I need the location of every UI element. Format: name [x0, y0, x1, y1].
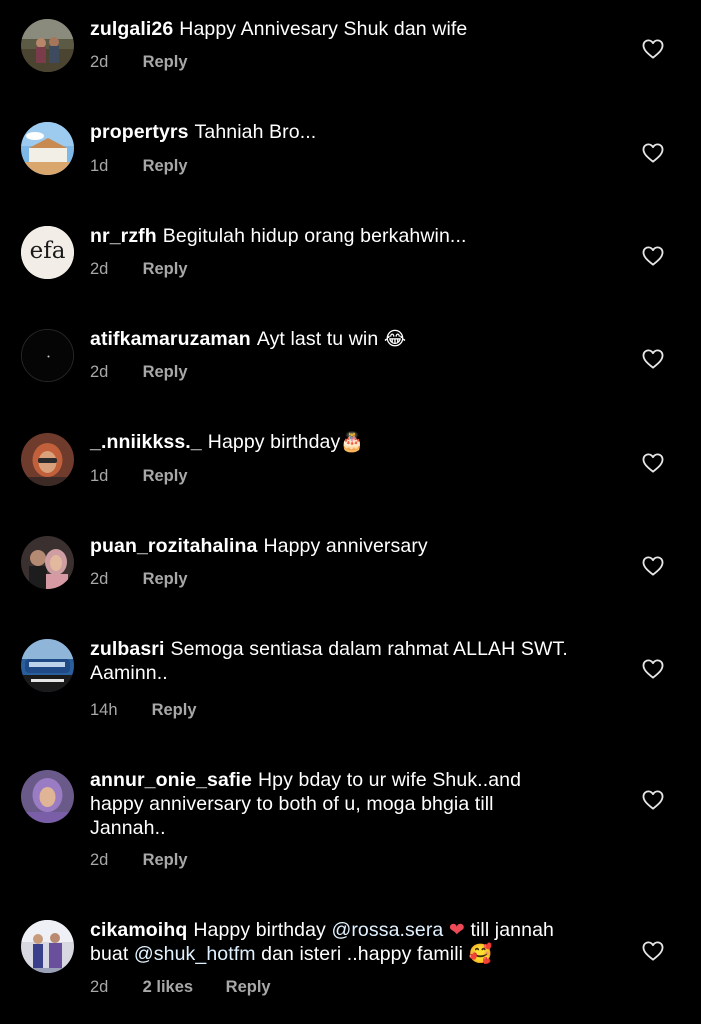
avatar-image — [21, 770, 74, 823]
avatar-image — [21, 920, 74, 973]
comment-time: 2d — [90, 851, 109, 869]
birthday-cake-emoji: 🎂 — [340, 431, 365, 453]
comment-username[interactable]: atifkamaruzaman — [90, 328, 251, 350]
avatar-image — [21, 536, 74, 589]
comment-meta: 2d Reply — [90, 363, 188, 382]
comment-meta: 2d Reply — [90, 570, 188, 589]
comment-body: Happy anniversary — [263, 535, 428, 557]
heart-icon[interactable] — [642, 246, 664, 266]
comment-text: annur_onie_safie Hpy bday to ur wife Shuk… — [90, 768, 620, 840]
heart-icon[interactable] — [642, 143, 664, 163]
comment-meta: 14h Reply — [90, 701, 197, 720]
heart-icon[interactable] — [642, 556, 664, 576]
comment-meta: 1d Reply — [90, 157, 188, 176]
comment-body: Tahniah Bro... — [194, 121, 317, 143]
reply-button[interactable]: Reply — [143, 570, 188, 589]
comment-body: Begitulah hidup orang berkahwin... — [162, 225, 467, 247]
comment-meta: 2d Reply — [90, 851, 188, 870]
reply-button[interactable]: Reply — [152, 701, 197, 720]
comment-username[interactable]: zulbasri — [90, 638, 165, 660]
comment-body: Happy birthday — [193, 919, 326, 941]
comment-meta: 2d Reply — [90, 260, 188, 279]
heart-icon[interactable] — [642, 790, 664, 810]
mention-link[interactable]: @rossa.sera — [331, 919, 443, 941]
heart-icon[interactable] — [642, 39, 664, 59]
comment-username[interactable]: nr_rzfh — [90, 225, 157, 247]
comment-body: Hpy bday to ur wife Shuk..and — [258, 769, 522, 791]
comment-username[interactable]: zulgali26 — [90, 18, 173, 40]
reply-button[interactable]: Reply — [226, 978, 271, 997]
avatar-image — [21, 122, 74, 175]
comment-time: 1d — [90, 157, 109, 175]
comment-username[interactable]: annur_onie_safie — [90, 769, 252, 791]
comment-time: 2d — [90, 53, 109, 71]
comment-username[interactable]: puan_rozitahalina — [90, 535, 257, 557]
comment-time: 1d — [90, 467, 109, 485]
avatar[interactable]: efa — [21, 226, 74, 279]
reply-button[interactable]: Reply — [143, 363, 188, 382]
comment-text: propertyrs Tahniah Bro... — [90, 120, 620, 144]
avatar[interactable] — [21, 536, 74, 589]
red-heart-emoji: ❤ — [448, 919, 465, 941]
comment-text: atifkamaruzaman Ayt last tu win 😂 — [90, 327, 620, 351]
reply-button[interactable]: Reply — [143, 260, 188, 279]
comment-time: 2d — [90, 978, 109, 996]
mention-link[interactable]: @shuk_hotfm — [134, 943, 256, 965]
avatar-image — [22, 330, 73, 381]
comment-username[interactable]: cikamoihq — [90, 919, 187, 941]
heart-icon[interactable] — [642, 453, 664, 473]
comment-body: Ayt last tu win — [256, 328, 379, 350]
reply-button[interactable]: Reply — [143, 53, 188, 72]
comment-time: 2d — [90, 363, 109, 381]
comment-body-after: till jannah — [470, 919, 554, 941]
comment-time: 2d — [90, 570, 109, 588]
comment-username[interactable]: _.nniikkss._ — [90, 431, 202, 453]
comment-body: Semoga sentiasa dalam rahmat ALLAH SWT. — [170, 638, 568, 660]
comment-body-line2: dan isteri ..happy famili — [261, 943, 464, 965]
comment-text: cikamoihq Happy birthday @rossa.sera ❤ ti… — [90, 918, 620, 966]
comment-body-line2-before: buat — [90, 943, 129, 965]
reply-button[interactable]: Reply — [143, 851, 188, 870]
reply-button[interactable]: Reply — [143, 157, 188, 176]
avatar-image — [21, 639, 74, 692]
comment-meta: 1d Reply — [90, 467, 188, 486]
comment-text: zulbasri Semoga sentiasa dalam rahmat ALL… — [90, 637, 620, 685]
avatar-image — [21, 19, 74, 72]
reply-button[interactable]: Reply — [143, 467, 188, 486]
heart-icon[interactable] — [642, 349, 664, 369]
avatar-logo-text: efa — [29, 238, 66, 264]
avatar[interactable] — [21, 329, 74, 382]
avatar[interactable] — [21, 19, 74, 72]
comment-body: Happy Annivesary Shuk dan wife — [179, 18, 468, 40]
comment-username[interactable]: propertyrs — [90, 121, 189, 143]
comment-text: puan_rozitahalina Happy anniversary — [90, 534, 620, 558]
comment-text: zulgali26 Happy Annivesary Shuk dan wife — [90, 17, 620, 41]
heart-icon[interactable] — [642, 659, 664, 679]
comment-time: 14h — [90, 701, 118, 719]
heart-icon[interactable] — [642, 941, 664, 961]
avatar[interactable] — [21, 122, 74, 175]
comment-time: 2d — [90, 260, 109, 278]
comment-meta: 2d Reply — [90, 53, 188, 72]
avatar[interactable] — [21, 920, 74, 973]
smiling-hearts-emoji: 🥰 — [468, 943, 493, 965]
avatar[interactable] — [21, 770, 74, 823]
comment-meta: 2d 2 likes Reply — [90, 978, 271, 997]
avatar-image — [21, 433, 74, 486]
comment-body-line3: Jannah.. — [90, 817, 166, 839]
avatar[interactable] — [21, 433, 74, 486]
comment-body-line2: Aaminn.. — [90, 662, 168, 684]
comment-body-line2: happy anniversary to both of u, moga bhg… — [90, 793, 494, 815]
comment-text: _.nniikkss._ Happy birthday🎂 — [90, 430, 620, 454]
comment-body: Happy birthday — [207, 431, 341, 453]
avatar[interactable] — [21, 639, 74, 692]
likes-count[interactable]: 2 likes — [143, 978, 193, 997]
comment-text: nr_rzfh Begitulah hidup orang berkahwin..… — [90, 224, 620, 248]
laughing-emoji: 😂 — [383, 328, 407, 350]
